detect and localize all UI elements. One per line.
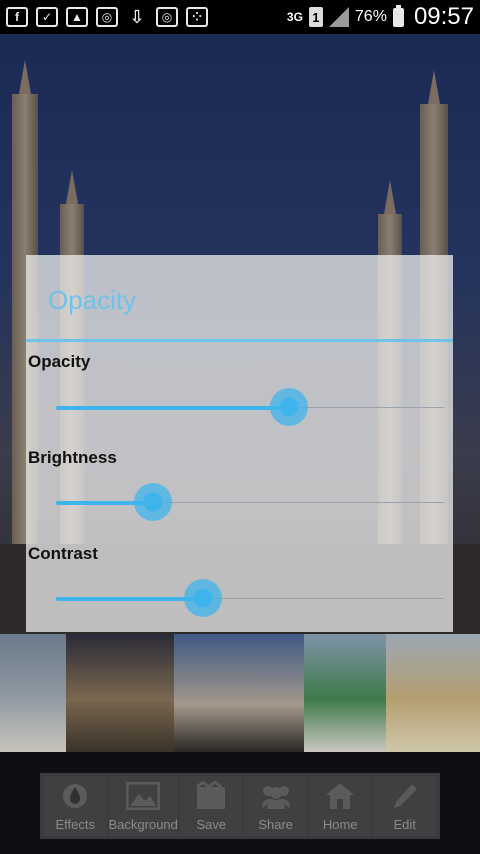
clock: 09:57 — [413, 3, 474, 30]
dialog-divider — [26, 339, 453, 342]
instagram-icon: ◎ — [96, 7, 118, 27]
effects-label: Effects — [55, 817, 96, 832]
instagram-icon: ◎ — [156, 7, 178, 27]
status-bar: f ✓ ▲ ◎ ⇩ ◎ ⁘ 3G 1 76% 09:57 — [0, 0, 480, 34]
brightness-label: Brightness — [28, 448, 117, 467]
background-button[interactable]: Background — [108, 776, 178, 836]
pencil-icon — [387, 779, 423, 813]
blackberry-messenger-icon: ⁘ — [186, 7, 208, 27]
sim-indicator: 1 — [308, 7, 323, 27]
home-button[interactable]: Home — [308, 776, 372, 836]
brightness-slider-thumb[interactable] — [134, 483, 172, 521]
background-thumbnail-strip[interactable] — [0, 634, 480, 752]
share-label: Share — [258, 817, 294, 832]
effects-button[interactable]: Effects — [44, 776, 107, 836]
edit-label: Edit — [393, 817, 416, 832]
background-thumbnail[interactable] — [304, 634, 386, 752]
background-thumbnail[interactable] — [0, 634, 66, 752]
share-button[interactable]: Share — [244, 776, 307, 836]
opacity-slider[interactable] — [56, 388, 444, 426]
contrast-slider-thumb[interactable] — [184, 579, 223, 617]
document-check-icon: ✓ — [36, 7, 58, 27]
droplet-icon — [57, 779, 93, 813]
edit-button[interactable]: Edit — [373, 776, 436, 836]
signal-icon — [328, 7, 349, 27]
opacity-slider-fill — [56, 406, 289, 410]
adjustment-dialog: Opacity Opacity Brightness Contrast — [26, 255, 453, 632]
notification-icons: f ✓ ▲ ◎ ⇩ ◎ ⁘ — [6, 7, 208, 27]
download-icon: ⇩ — [129, 6, 145, 27]
opacity-label: Opacity — [28, 352, 91, 371]
status-indicators: 3G 1 76% 09:57 — [287, 3, 474, 31]
background-label: Background — [108, 817, 178, 832]
home-label: Home — [322, 817, 358, 832]
bottom-toolbar: Effects Background Save Share Home Edit — [40, 773, 440, 839]
image-icon — [125, 779, 161, 813]
save-button[interactable]: Save — [179, 776, 243, 836]
background-thumbnail[interactable] — [66, 634, 174, 752]
home-icon — [322, 779, 358, 813]
network-type: 3G — [286, 9, 303, 24]
share-people-icon — [258, 779, 294, 813]
brightness-slider[interactable] — [56, 483, 444, 521]
facebook-icon: f — [6, 7, 28, 27]
dialog-title: Opacity — [48, 285, 137, 315]
contrast-slider-fill — [56, 597, 204, 601]
background-thumbnail[interactable] — [174, 634, 304, 752]
contrast-label: Contrast — [28, 544, 98, 563]
battery-icon — [392, 4, 404, 27]
contrast-slider[interactable] — [56, 579, 444, 617]
image-icon: ▲ — [66, 7, 88, 27]
save-board-icon — [193, 779, 229, 813]
save-label: Save — [196, 817, 226, 832]
background-thumbnail[interactable] — [386, 634, 480, 752]
battery-percent: 76% — [354, 8, 387, 25]
opacity-slider-thumb[interactable] — [269, 388, 308, 426]
